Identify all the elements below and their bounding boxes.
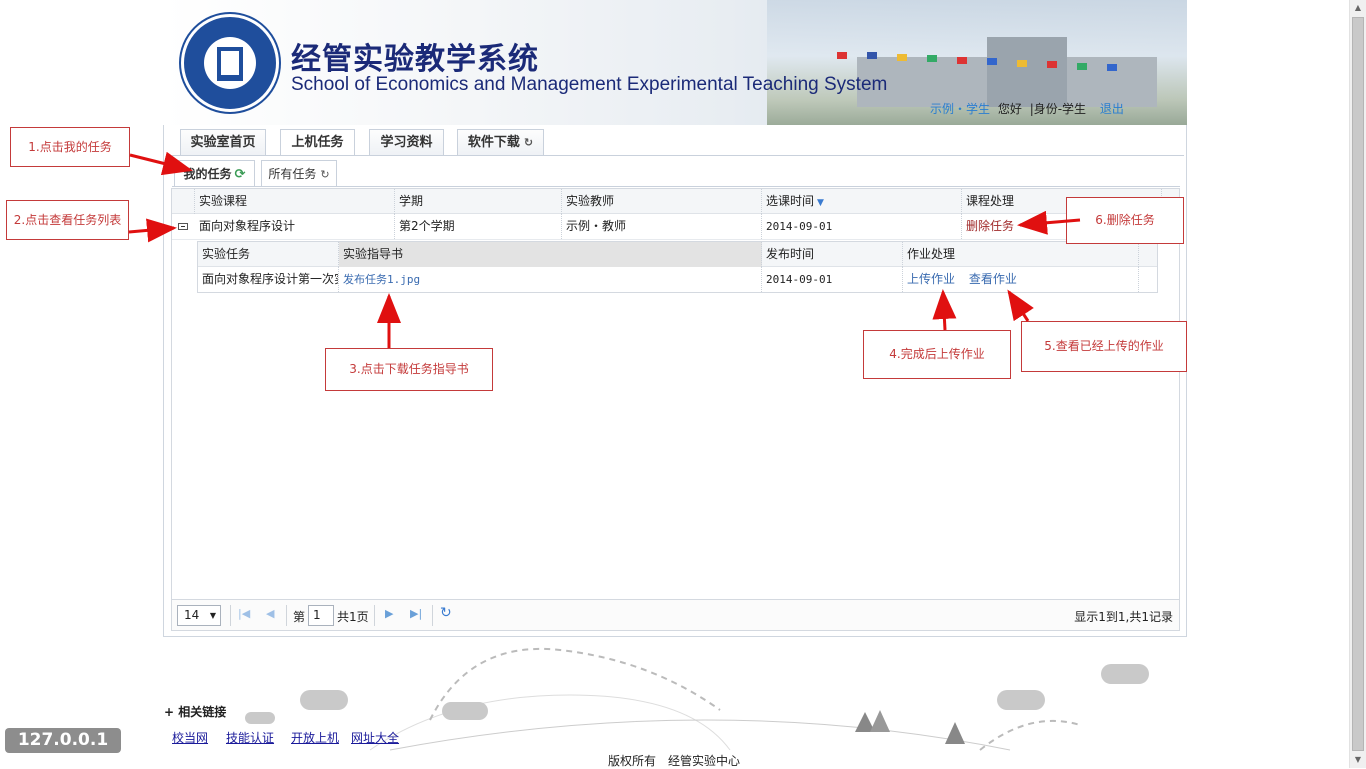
ip-badge: 127.0.0.1 — [5, 728, 121, 753]
vertical-scrollbar[interactable]: ▲ ▼ — [1349, 0, 1366, 768]
scroll-down-icon[interactable]: ▼ — [1350, 752, 1366, 768]
arrow-5 — [1007, 289, 1034, 322]
arrow-2 — [128, 218, 177, 243]
footer-link-1[interactable]: 校当网 — [172, 729, 208, 746]
footer-link-2[interactable]: 技能认证 — [226, 729, 274, 746]
arrow-1 — [129, 151, 193, 176]
arrow-4 — [932, 289, 957, 331]
arrow-6 — [1017, 210, 1081, 235]
related-links-title: + 相关链接 — [164, 705, 227, 719]
copyright-text: 版权所有 经管实验中心 — [608, 754, 741, 768]
footer-link-3[interactable]: 开放上机 — [291, 729, 339, 746]
scroll-thumb[interactable] — [1352, 17, 1364, 751]
footer-link-4[interactable]: 网址大全 — [351, 729, 399, 746]
footer-decoration — [369, 647, 1081, 751]
scroll-up-icon[interactable]: ▲ — [1350, 0, 1366, 16]
